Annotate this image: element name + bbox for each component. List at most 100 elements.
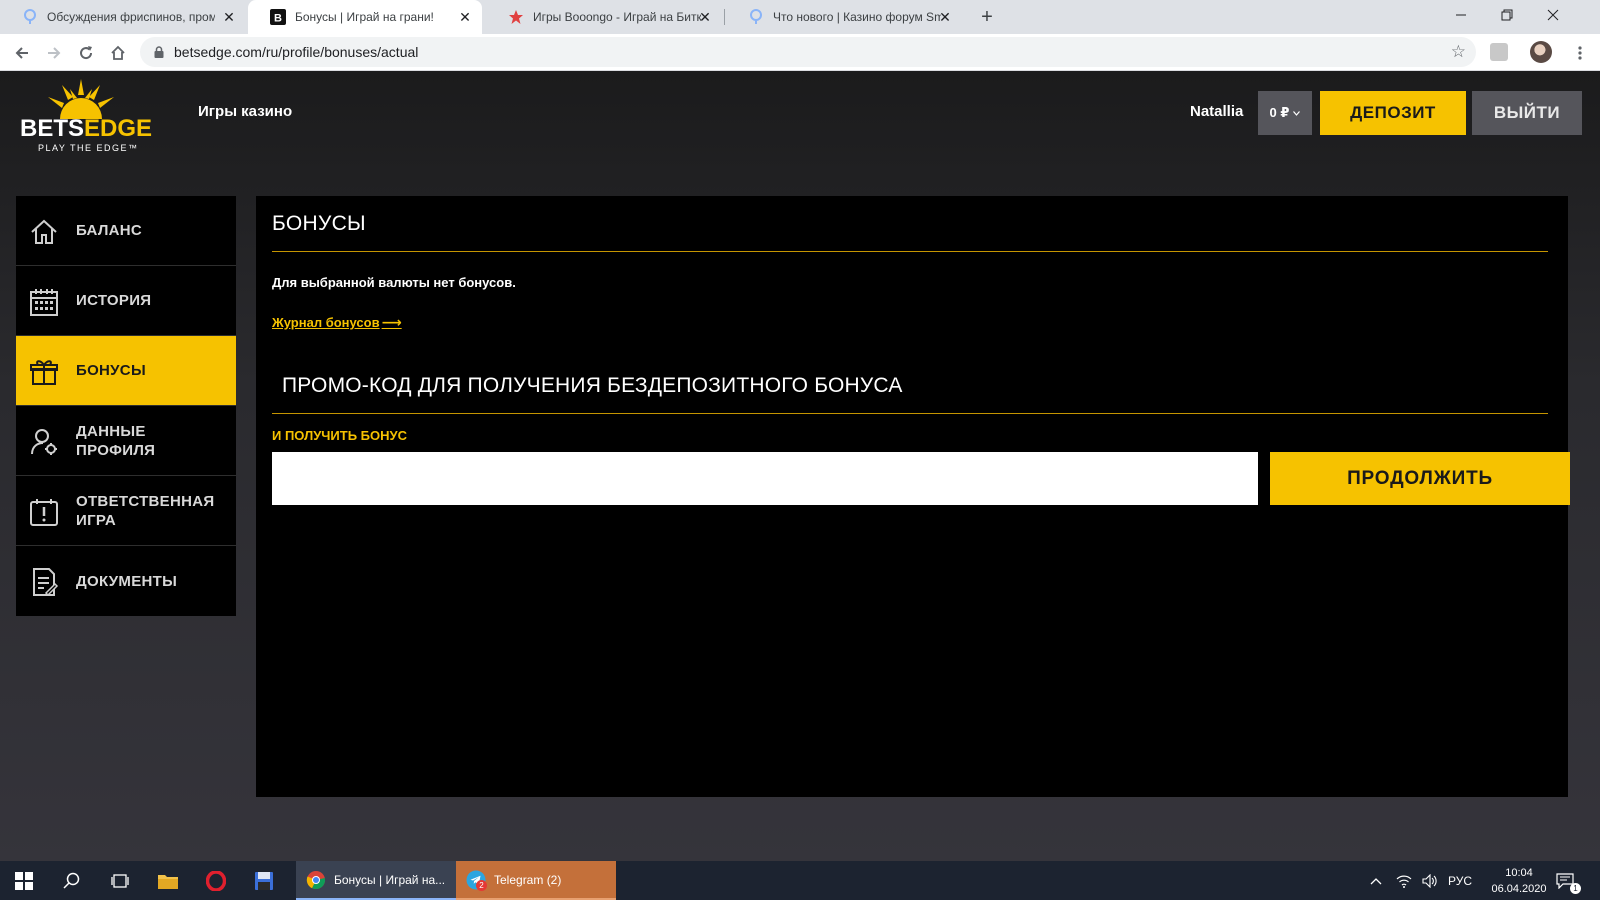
browser-tab-active[interactable]: B Бонусы | Играй на грани! ✕	[248, 0, 482, 34]
minimize-button[interactable]	[1438, 0, 1484, 30]
svg-text:B: B	[274, 13, 282, 25]
deposit-button[interactable]: ДЕПОЗИТ	[1320, 91, 1466, 135]
restore-button[interactable]	[1484, 0, 1530, 30]
chrome-icon	[306, 870, 326, 890]
arrow-right-icon: ⟶	[381, 314, 402, 330]
browser-toolbar: betsedge.com/ru/profile/bonuses/actual ☆	[0, 34, 1600, 71]
taskbar-app-telegram[interactable]: 2 Telegram (2)	[456, 861, 616, 900]
forward-button[interactable]	[40, 39, 68, 67]
close-icon[interactable]: ✕	[698, 10, 712, 24]
search-icon[interactable]	[48, 861, 96, 900]
close-window-button[interactable]	[1530, 0, 1576, 30]
new-tab-button[interactable]: +	[976, 6, 998, 28]
home-icon	[31, 219, 57, 244]
address-bar[interactable]: betsedge.com/ru/profile/bonuses/actual ☆	[140, 37, 1476, 67]
calendar-icon	[30, 289, 58, 316]
sidebar-item-label: ОТВЕТСТВЕННАЯ ИГРА	[76, 492, 215, 529]
sun-logo-icon	[48, 79, 114, 119]
language-indicator[interactable]: РУС	[1448, 861, 1472, 900]
bonus-journal-link[interactable]: Журнал бонусов ⟶	[272, 314, 402, 331]
logo-tagline: PLAY THE EDGE™	[38, 143, 139, 153]
windows-taskbar: Бонусы | Играй на... 2 Telegram (2) РУС …	[0, 861, 1600, 900]
promo-divider	[272, 413, 1548, 414]
browser-tab-bar: Обсуждения фриспинов, промо ✕ B Бонусы |…	[0, 0, 1600, 34]
url-text: betsedge.com/ru/profile/bonuses/actual	[174, 44, 419, 60]
red-star-icon	[508, 9, 524, 25]
close-icon[interactable]: ✕	[458, 10, 472, 24]
opera-icon[interactable]	[192, 861, 240, 900]
forum-pin-icon	[22, 9, 38, 25]
tray-chevron-up-icon[interactable]	[1370, 861, 1382, 900]
continue-button[interactable]: ПРОДОЛЖИТЬ	[1270, 452, 1570, 505]
notification-center-icon[interactable]: 1	[1556, 861, 1586, 900]
bookmark-star-icon[interactable]: ☆	[1451, 43, 1466, 61]
site-page: BETSEDGE PLAY THE EDGE™ Игры казино Nata…	[0, 71, 1600, 861]
document-icon	[33, 568, 59, 597]
reload-button[interactable]	[72, 39, 100, 67]
telegram-icon: 2	[466, 870, 487, 891]
sidebar-item-bonuses[interactable]: БОНУСЫ	[16, 336, 236, 406]
username: Natallia	[1190, 103, 1244, 120]
taskbar-app-chrome[interactable]: Бонусы | Играй на...	[296, 861, 456, 900]
close-icon[interactable]: ✕	[938, 10, 952, 24]
clock-time: 10:04	[1505, 867, 1533, 879]
promo-code-subheading: И ПОЛУЧИТЬ БОНУС	[272, 428, 407, 443]
gift-icon	[30, 360, 58, 385]
betsedge-logo[interactable]: BETSEDGE PLAY THE EDGE™	[20, 77, 153, 157]
windows-start-icon[interactable]	[0, 861, 48, 900]
promo-code-heading: ПРОМО-КОД ДЛЯ ПОЛУЧЕНИЯ БЕЗДЕПОЗИТНОГО Б…	[282, 374, 903, 397]
tab-separator	[724, 9, 725, 25]
wifi-icon[interactable]	[1396, 861, 1412, 900]
forum-pin-icon	[748, 9, 764, 25]
page-title: БОНУСЫ	[272, 212, 366, 235]
balance-value: 0 ₽	[1269, 105, 1290, 120]
taskbar-app-label: Бонусы | Играй на...	[334, 872, 446, 887]
sidebar-item-profile[interactable]: ДАННЫЕ ПРОФИЛЯ	[16, 406, 236, 476]
betsedge-b-icon: B	[270, 9, 286, 25]
sidebar-item-label: ИСТОРИЯ	[76, 292, 152, 309]
volume-icon[interactable]	[1422, 861, 1438, 900]
bonus-journal-label: Журнал бонусов	[272, 315, 380, 330]
title-divider	[272, 251, 1548, 252]
telegram-unread-badge: 2	[476, 879, 487, 891]
browser-tab[interactable]: Игры Booongo - Играй на Битк ✕	[486, 0, 722, 34]
tab-title: Обсуждения фриспинов, промо	[47, 10, 215, 24]
notification-count-badge: 1	[1570, 883, 1581, 894]
clock-date: 06.04.2020	[1491, 883, 1547, 895]
taskbar-app-label: Telegram (2)	[494, 872, 562, 887]
no-bonus-message: Для выбранной валюты нет бонусов.	[272, 275, 516, 290]
taskbar-clock[interactable]: 10:04 06.04.2020	[1484, 865, 1554, 897]
sidebar-item-label: ДОКУМЕНТЫ	[76, 572, 178, 590]
browser-tab[interactable]: Что нового | Казино форум Smo ✕	[726, 0, 962, 34]
tab-title: Бонусы | Играй на грани!	[295, 10, 434, 24]
sidebar-item-label: ДАННЫЕ ПРОФИЛЯ	[76, 422, 156, 459]
lock-icon	[152, 45, 166, 59]
logout-button[interactable]: ВЫЙТИ	[1472, 91, 1582, 135]
sidebar-item-label: БОНУСЫ	[76, 362, 146, 379]
tab-title: Игры Booongo - Играй на Битк	[533, 10, 701, 24]
promo-code-input[interactable]	[272, 452, 1258, 505]
sidebar-item-documents[interactable]: ДОКУМЕНТЫ	[16, 546, 236, 616]
sidebar-item-balance[interactable]: БАЛАНС	[16, 196, 236, 266]
chevron-down-icon	[1293, 110, 1301, 116]
logo-text: BETSEDGE	[20, 115, 153, 142]
extension-icon[interactable]	[1490, 43, 1508, 61]
profile-avatar[interactable]	[1530, 41, 1552, 63]
nav-casino-games[interactable]: Игры казино	[198, 103, 292, 120]
browser-tab[interactable]: Обсуждения фриспинов, промо ✕	[0, 0, 246, 34]
profile-sidebar: БАЛАНС ИСТОРИЯ БОНУСЫ ДАННЫЕ ПРОФИЛЯ ОТВ…	[16, 196, 236, 616]
file-explorer-icon[interactable]	[144, 861, 192, 900]
menu-icon[interactable]	[1566, 39, 1594, 67]
sidebar-item-history[interactable]: ИСТОРИЯ	[16, 266, 236, 336]
home-button[interactable]	[104, 39, 132, 67]
back-button[interactable]	[8, 39, 36, 67]
task-view-icon[interactable]	[96, 861, 144, 900]
balance-dropdown[interactable]: 0 ₽	[1258, 91, 1312, 135]
profile-settings-icon	[31, 429, 57, 455]
sidebar-item-responsible-gaming[interactable]: ОТВЕТСТВЕННАЯ ИГРА	[16, 476, 236, 546]
save-disk-icon[interactable]	[240, 861, 288, 900]
sidebar-item-label: БАЛАНС	[76, 222, 143, 239]
tab-title: Что нового | Казино форум Smo	[773, 10, 941, 24]
close-icon[interactable]: ✕	[222, 10, 236, 24]
calendar-alert-icon	[30, 499, 58, 526]
